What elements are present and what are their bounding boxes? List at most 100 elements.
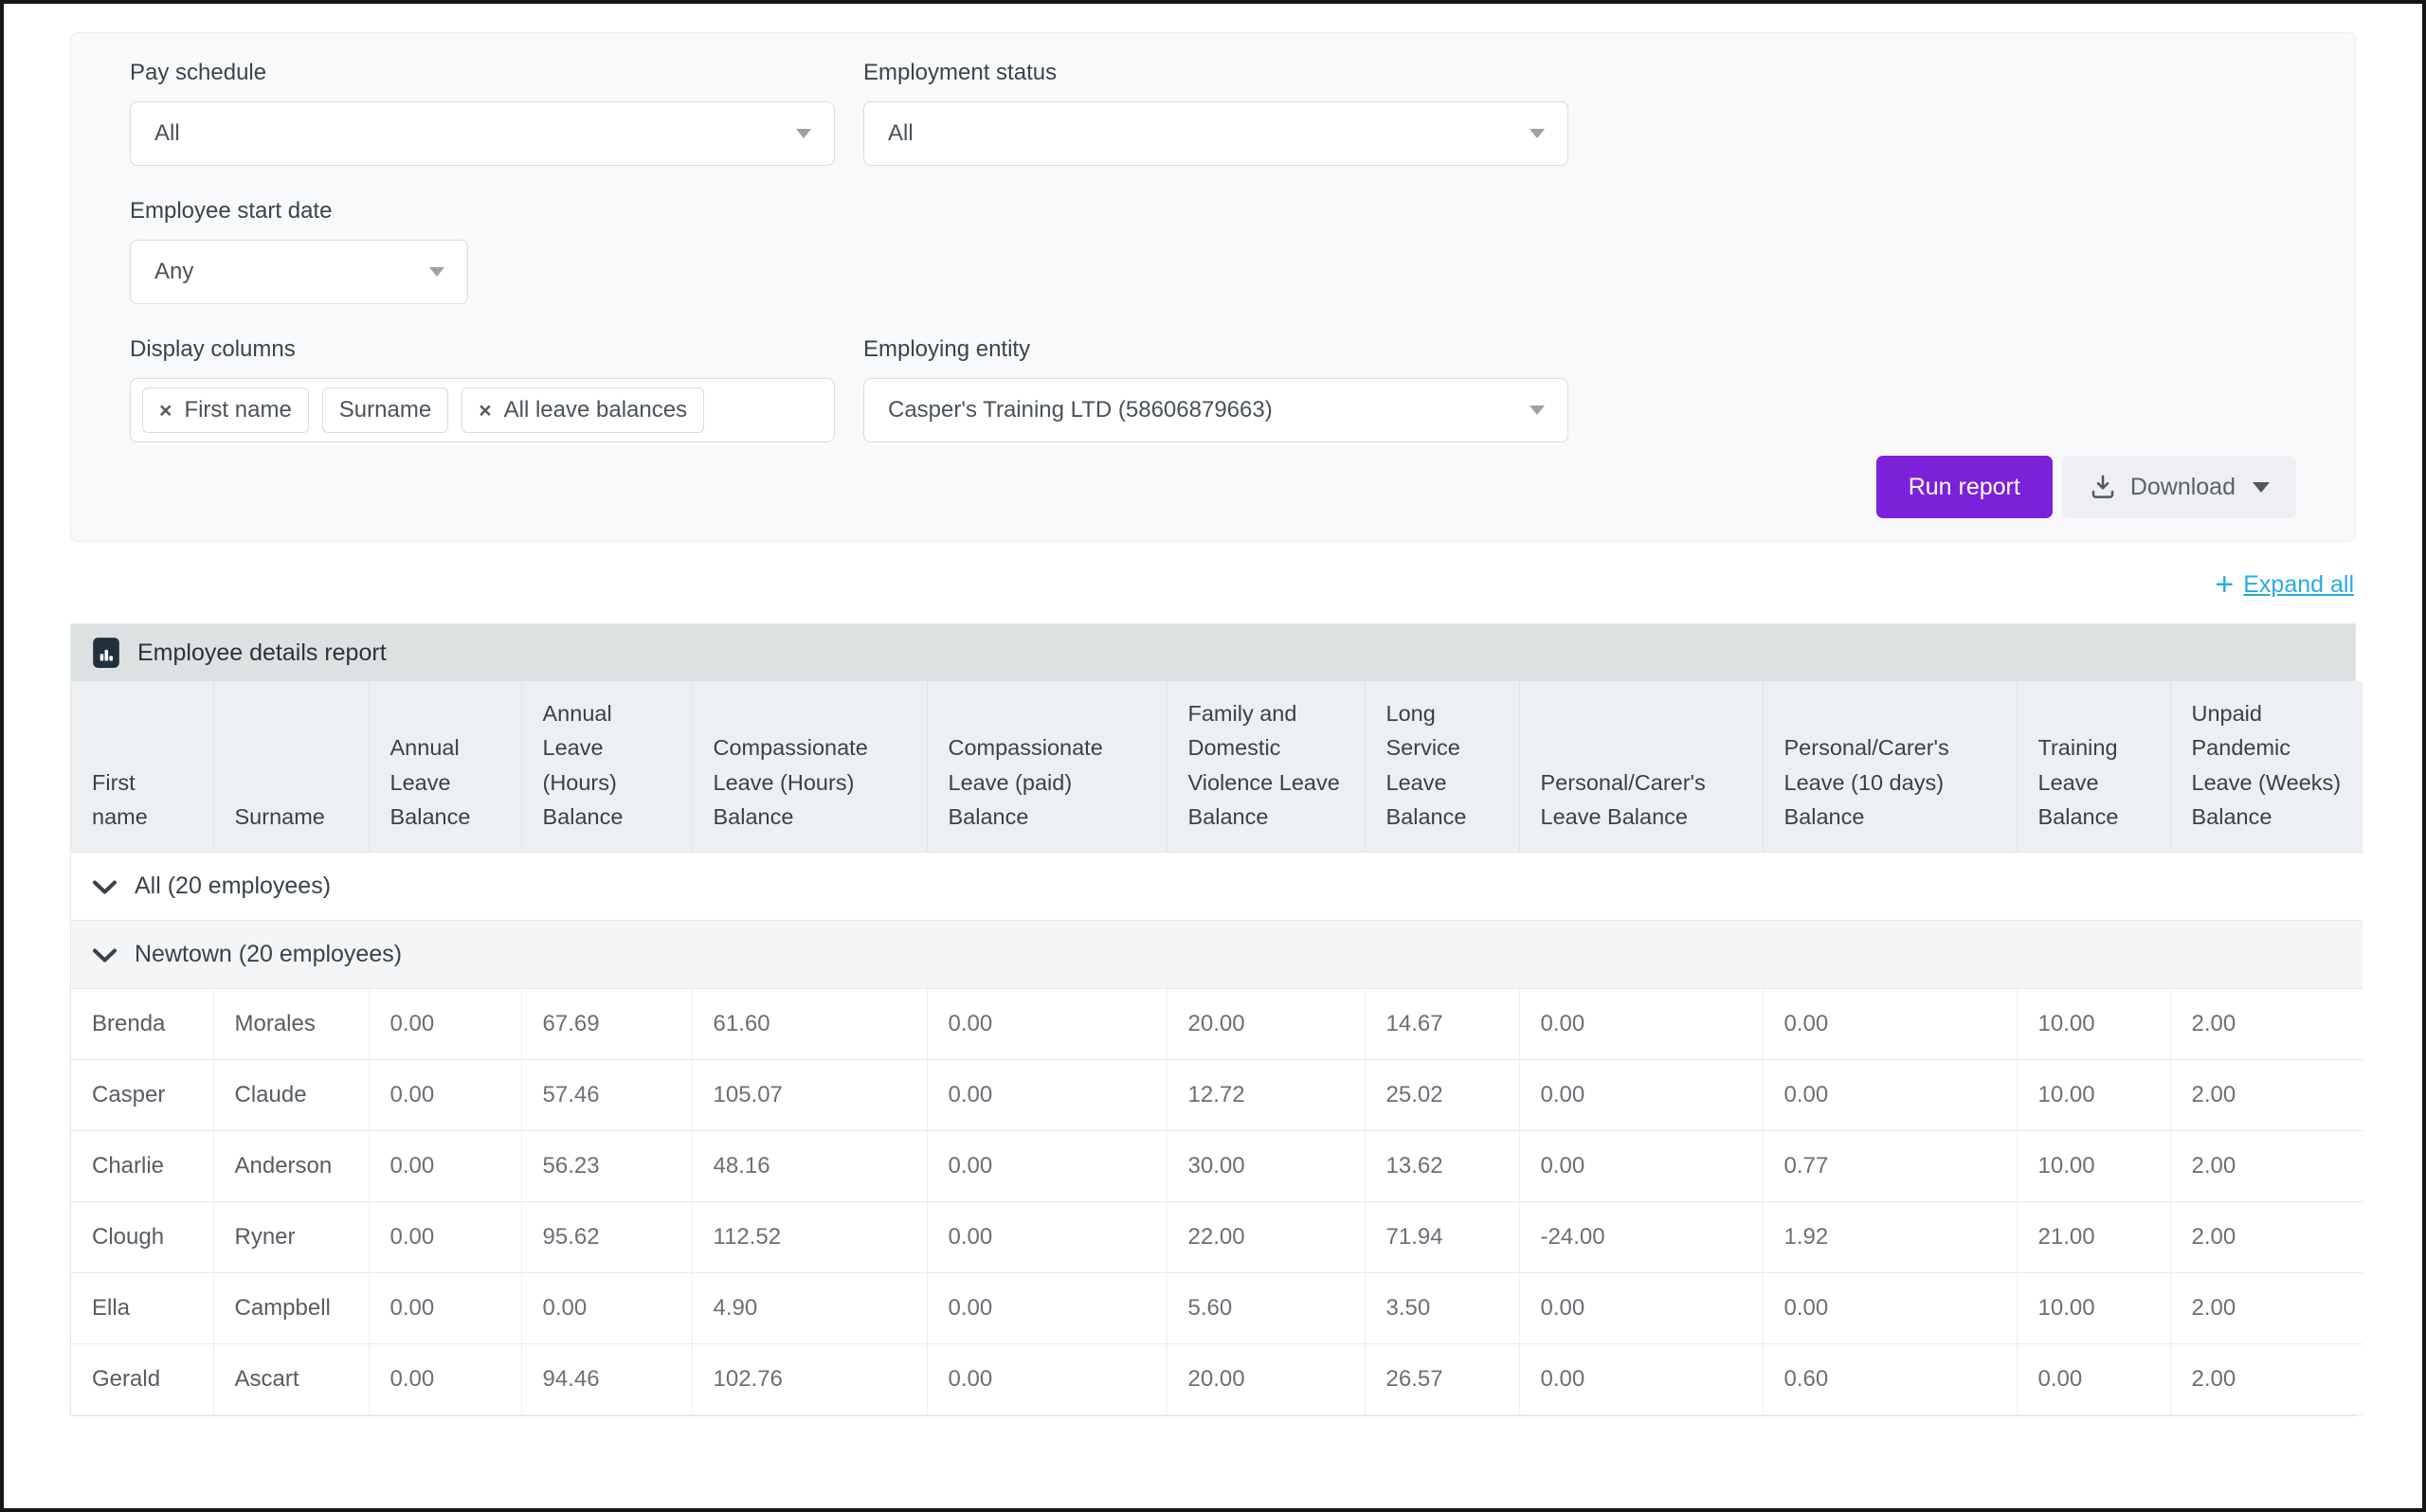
caret-down-icon: [796, 129, 811, 138]
remove-tag-icon[interactable]: ×: [159, 399, 172, 422]
balance-value-cell: 20.00: [1167, 1343, 1366, 1415]
balance-value-cell: 71.94: [1365, 1201, 1520, 1273]
download-label: Download: [2129, 473, 2236, 500]
filter-panel: Pay schedule All Employment status All E…: [70, 32, 2356, 542]
employing-entity-value: Casper's Training LTD (58606879663): [888, 397, 1273, 423]
table-row: Casper Claude 0.00 57.46 105.07 0.00 12.72 25.0…: [71, 1059, 2363, 1131]
balance-value-cell: 95.62: [521, 1201, 693, 1273]
table-row: Brenda Morales 0.00 67.69 61.60 0.00 20.00 14.6…: [71, 988, 2363, 1060]
chevron-down-icon: [93, 948, 117, 963]
employee-name-cell: Clough: [71, 1201, 214, 1273]
employee-start-date-select[interactable]: Any: [130, 240, 468, 304]
balance-value-cell: 0.00: [521, 1272, 693, 1344]
employee-name-cell: Ella: [71, 1272, 214, 1344]
report-title: Employee details report: [137, 639, 387, 666]
display-column-tag: Surname: [321, 387, 449, 433]
balance-value-cell: -24.00: [1519, 1201, 1764, 1273]
group-row[interactable]: All (20 employees): [71, 852, 2363, 921]
balance-value-cell: 0.00: [1763, 1272, 2018, 1344]
pay-schedule-label: Pay schedule: [130, 60, 267, 85]
employment-status-value: All: [888, 120, 914, 146]
column-header: Personal/Carer's Leave (10 days) Balance: [1763, 681, 2018, 853]
balance-value-cell: 0.00: [1763, 1059, 2018, 1131]
employee-name-cell: Casper: [71, 1059, 214, 1131]
balance-value-cell: 2.00: [2170, 1201, 2363, 1273]
employing-entity-select[interactable]: Casper's Training LTD (58606879663): [863, 378, 1568, 442]
balance-value-cell: 102.76: [692, 1343, 928, 1415]
balance-value-cell: 57.46: [521, 1059, 693, 1131]
employee-name-cell: Ryner: [213, 1201, 370, 1273]
employee-name-cell: Campbell: [213, 1272, 370, 1344]
expand-all-link[interactable]: + Expand all: [2215, 568, 2354, 601]
employee-start-date-label: Employee start date: [130, 198, 333, 224]
balance-value-cell: 0.00: [927, 1059, 1168, 1131]
employee-name-cell: Claude: [213, 1059, 370, 1131]
balance-value-cell: 22.00: [1167, 1201, 1366, 1273]
table-body: All (20 employees) Newtown (20 employees)…: [71, 852, 2363, 1415]
balance-value-cell: 14.67: [1365, 988, 1520, 1060]
balance-value-cell: 0.00: [927, 1343, 1168, 1415]
tag-label: Surname: [338, 397, 432, 423]
column-header: Surname: [213, 681, 370, 853]
balance-value-cell: 48.16: [692, 1130, 928, 1202]
table-row: Ella Campbell 0.00 0.00 4.90 0.00 5.60 3.50 0.00…: [71, 1272, 2363, 1344]
balance-value-cell: 10.00: [2017, 1272, 2171, 1344]
balance-value-cell: 25.02: [1365, 1059, 1520, 1131]
group-label: Newtown (20 employees): [135, 940, 403, 967]
employee-name-cell: Anderson: [213, 1130, 370, 1202]
employee-name-cell: Gerald: [71, 1343, 214, 1415]
pay-schedule-select[interactable]: All: [130, 101, 835, 166]
balance-value-cell: 2.00: [2170, 1343, 2363, 1415]
balance-value-cell: 0.00: [927, 1130, 1168, 1202]
balance-value-cell: 0.00: [927, 1272, 1168, 1344]
balance-value-cell: 21.00: [2017, 1201, 2171, 1273]
column-header: Unpaid Pandemic Leave (Weeks) Balance: [2170, 681, 2363, 853]
display-columns-input[interactable]: × First name Surname × All leave balances: [130, 378, 835, 442]
report-icon: [93, 638, 119, 668]
balance-value-cell: 94.46: [521, 1343, 693, 1415]
employee-details-table: First name Surname Annual Leave Balance Ann…: [71, 681, 2363, 1415]
column-header: Compassionate Leave (Hours) Balance: [692, 681, 928, 853]
table-row: Charlie Anderson 0.00 56.23 48.16 0.00 30.00 13…: [71, 1130, 2363, 1202]
report-card: Employee details report First name Surnam…: [70, 623, 2363, 1416]
screenshot-frame: Pay schedule All Employment status All E…: [0, 0, 2426, 1512]
balance-value-cell: 2.00: [2170, 988, 2363, 1060]
balance-value-cell: 4.90: [692, 1272, 928, 1344]
column-header: First name: [71, 681, 214, 853]
run-report-button[interactable]: Run report: [1875, 456, 2053, 518]
employee-name-cell: Charlie: [71, 1130, 214, 1202]
display-column-tag: × All leave balances: [462, 387, 705, 433]
display-columns-label: Display columns: [130, 336, 296, 362]
balance-value-cell: 0.00: [1519, 1272, 1764, 1344]
balance-value-cell: 2.00: [2170, 1272, 2363, 1344]
balance-value-cell: 0.00: [1519, 1059, 1764, 1131]
employment-status-select[interactable]: All: [863, 101, 1568, 166]
balance-value-cell: 56.23: [521, 1130, 693, 1202]
column-header: Family and Domestic Violence Leave Balan…: [1167, 681, 1366, 853]
employment-status-field: Employment status All: [863, 60, 1568, 166]
pay-schedule-field: Pay schedule All: [130, 60, 835, 166]
expand-all-label: Expand all: [2243, 570, 2354, 598]
balance-value-cell: 0.00: [1519, 1130, 1764, 1202]
balance-value-cell: 0.00: [369, 1130, 522, 1202]
balance-value-cell: 10.00: [2017, 1130, 2171, 1202]
plus-icon: +: [2215, 567, 2235, 603]
column-header: Compassionate Leave (paid) Balance: [927, 681, 1168, 853]
employing-entity-field: Employing entity Casper's Training LTD (…: [863, 336, 1568, 442]
balance-value-cell: 0.00: [369, 1343, 522, 1415]
employing-entity-label: Employing entity: [863, 336, 1031, 362]
balance-value-cell: 10.00: [2017, 988, 2171, 1060]
column-header-row: First name Surname Annual Leave Balance Ann…: [71, 681, 2363, 853]
employee-name-cell: Brenda: [71, 988, 214, 1060]
display-column-tag: × First name: [142, 387, 309, 433]
table-row: Clough Ryner 0.00 95.62 112.52 0.00 22.00 71.94…: [71, 1201, 2363, 1273]
balance-value-cell: 0.60: [1763, 1343, 2018, 1415]
employee-start-date-field: Employee start date Any: [130, 198, 468, 304]
balance-value-cell: 30.00: [1167, 1130, 1366, 1202]
group-row[interactable]: Newtown (20 employees): [71, 920, 2363, 989]
tag-label: All leave balances: [503, 397, 688, 423]
balance-value-cell: 10.00: [2017, 1059, 2171, 1131]
report-title-bar: Employee details report: [71, 624, 2355, 681]
download-button[interactable]: Download: [2061, 456, 2296, 518]
remove-tag-icon[interactable]: ×: [479, 399, 491, 422]
